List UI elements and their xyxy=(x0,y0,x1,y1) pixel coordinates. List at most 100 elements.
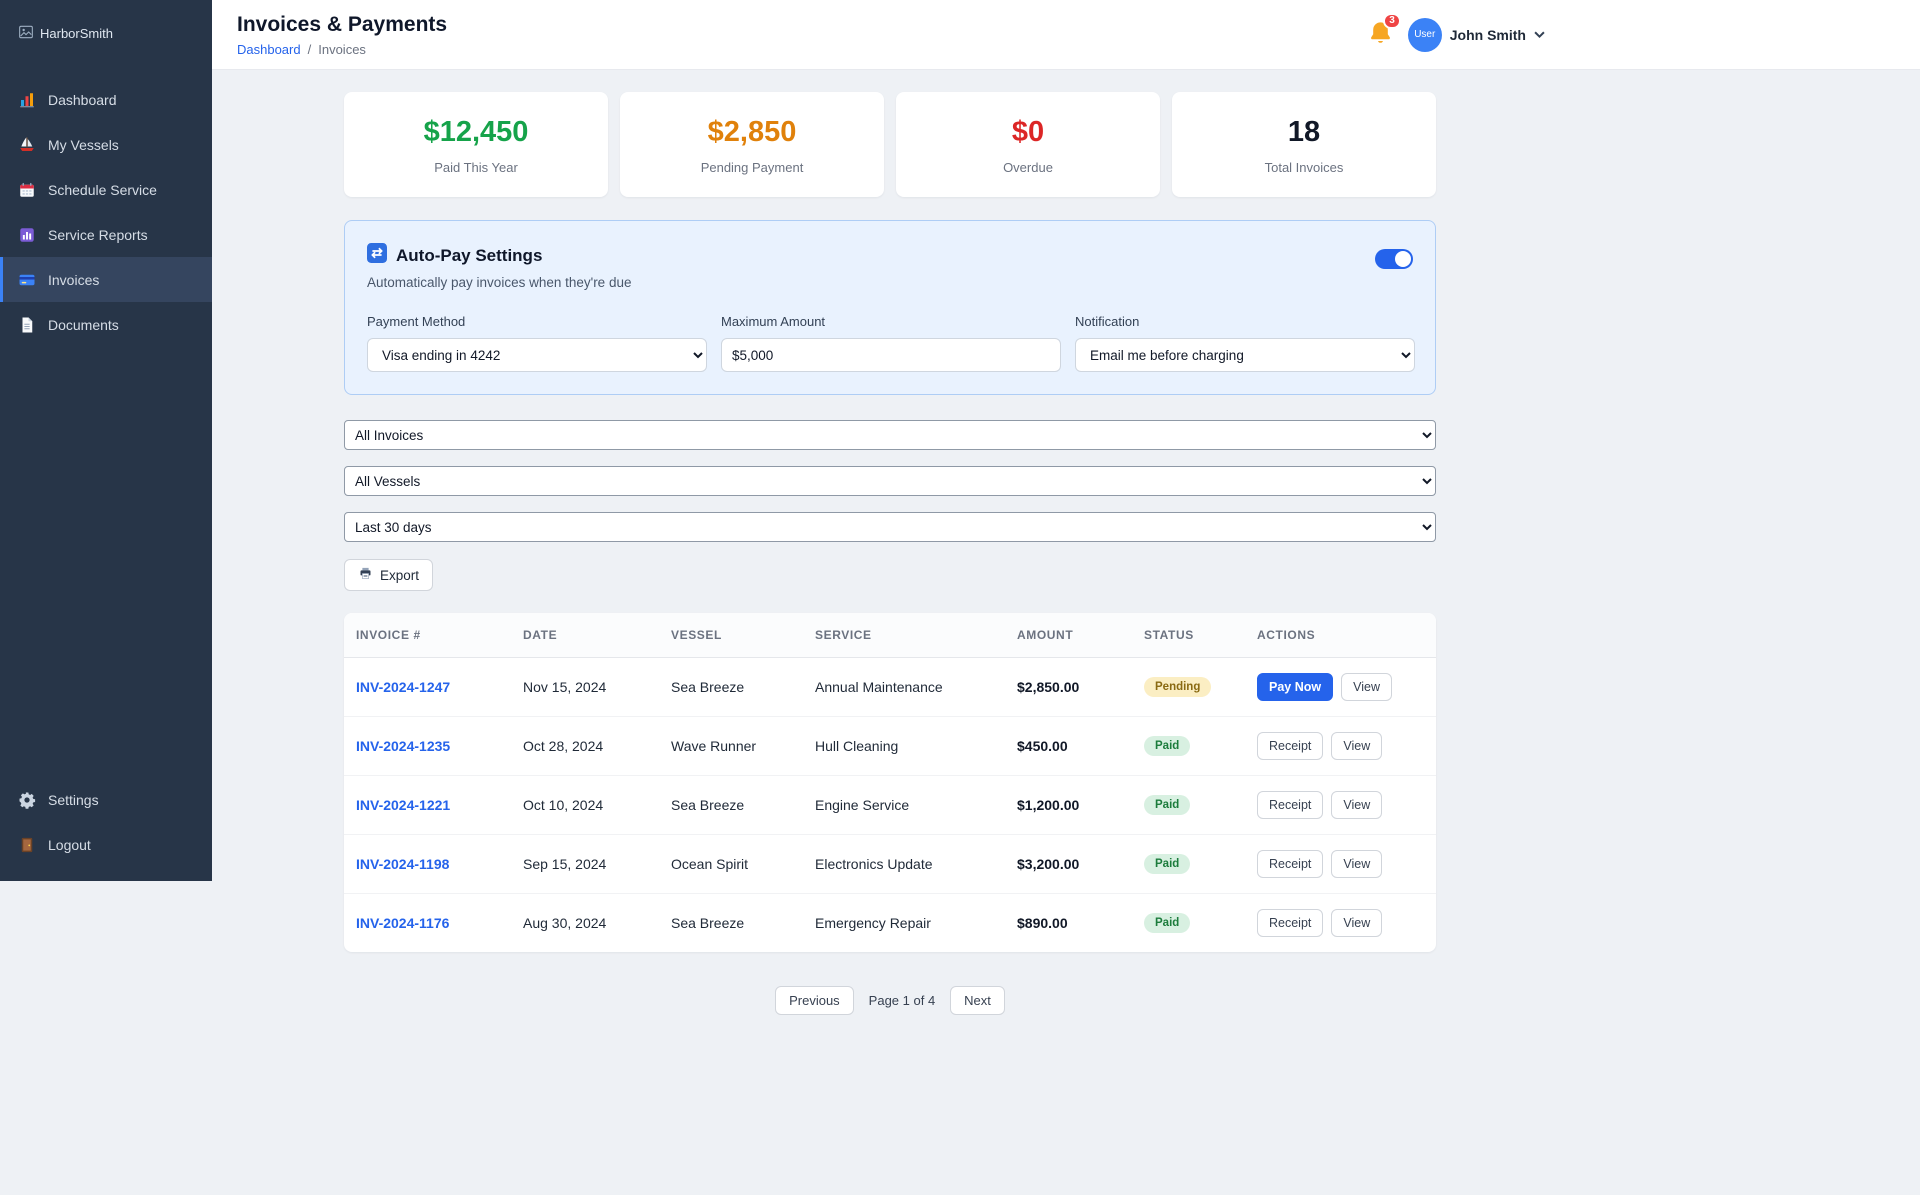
receipt-button[interactable]: Receipt xyxy=(1257,909,1324,937)
invoice-service: Hull Cleaning xyxy=(803,716,1005,776)
breadcrumb-separator: / xyxy=(307,41,312,57)
previous-page-button[interactable]: Previous xyxy=(775,986,854,1015)
col-actions: ACTIONS xyxy=(1245,613,1436,658)
table-row: INV-2024-1176 Aug 30, 2024 Sea Breeze Em… xyxy=(344,894,1436,953)
avatar-alt-text: User xyxy=(1414,29,1436,40)
invoice-amount: $3,200.00 xyxy=(1005,834,1132,894)
export-button-label: Export xyxy=(380,567,420,583)
invoice-date: Sep 15, 2024 xyxy=(511,834,659,894)
invoice-vessel: Ocean Spirit xyxy=(659,834,803,894)
sidebar-item-label: Logout xyxy=(48,836,91,853)
sidebar-item-label: Service Reports xyxy=(48,226,148,243)
vessel-filter-select[interactable]: All Vessels xyxy=(344,466,1436,496)
receipt-button[interactable]: Receipt xyxy=(1257,791,1324,819)
autopay-title: Auto-Pay Settings xyxy=(396,245,543,265)
invoice-date: Oct 10, 2024 xyxy=(511,775,659,835)
table-row: INV-2024-1247 Nov 15, 2024 Sea Breeze An… xyxy=(344,657,1436,717)
invoice-link[interactable]: INV-2024-1176 xyxy=(356,915,449,931)
view-button[interactable]: View xyxy=(1331,791,1383,819)
invoice-link[interactable]: INV-2024-1221 xyxy=(356,797,450,813)
stat-card-paid-this-year: $12,450 Paid This Year xyxy=(344,92,608,197)
sailboat-icon xyxy=(18,136,36,154)
maximum-amount-label: Maximum Amount xyxy=(721,314,826,329)
sidebar-item-label: Documents xyxy=(48,316,119,333)
sidebar-item-label: Settings xyxy=(48,791,99,808)
sidebar-item-dashboard[interactable]: Dashboard xyxy=(0,77,212,122)
stats-row: $12,450 Paid This Year $2,850 Pending Pa… xyxy=(344,92,1436,197)
stat-value: 18 xyxy=(1287,116,1321,148)
invoice-amount: $890.00 xyxy=(1017,915,1068,931)
invoice-vessel: Wave Runner xyxy=(659,716,803,776)
col-vessel: VESSEL xyxy=(659,613,803,658)
status-badge: Paid xyxy=(1144,795,1191,815)
stat-value: $2,850 xyxy=(707,116,797,148)
stat-label: Total Invoices xyxy=(1264,160,1344,175)
col-date: DATE xyxy=(511,613,659,658)
autopay-icon xyxy=(367,243,387,268)
view-button[interactable]: View xyxy=(1331,850,1383,878)
invoices-table: INVOICE # DATE VESSEL SERVICE AMOUNT STA… xyxy=(344,613,1436,952)
breadcrumb-current: Invoices xyxy=(318,41,366,57)
notifications-button[interactable]: 3 xyxy=(1367,12,1401,51)
invoice-vessel: Sea Breeze xyxy=(659,775,803,835)
stat-label: Paid This Year xyxy=(434,160,518,175)
sidebar-item-service-reports[interactable]: Service Reports xyxy=(0,212,212,257)
sidebar-item-schedule-service[interactable]: Schedule Service xyxy=(0,167,212,212)
invoice-date: Aug 30, 2024 xyxy=(523,915,607,931)
content: $12,450 Paid This Year $2,850 Pending Pa… xyxy=(344,92,1436,1055)
receipt-button[interactable]: Receipt xyxy=(1257,850,1324,878)
sidebar-nav: Dashboard My Vessels Schedule Service Se… xyxy=(0,77,212,347)
autopay-panel: Auto-Pay Settings Automatically pay invo… xyxy=(344,220,1436,395)
stat-value: $12,450 xyxy=(423,116,529,148)
sidebar-item-settings[interactable]: Settings xyxy=(0,777,212,822)
invoice-link[interactable]: INV-2024-1198 xyxy=(356,856,449,872)
sidebar-item-invoices[interactable]: Invoices xyxy=(0,257,212,302)
payment-method-label: Payment Method xyxy=(367,314,466,329)
autopay-toggle[interactable] xyxy=(1375,249,1413,269)
status-badge: Paid xyxy=(1144,913,1191,933)
maximum-amount-field: Maximum Amount xyxy=(721,314,1061,372)
invoice-service: Electronics Update xyxy=(803,834,1005,894)
payment-method-select[interactable]: Visa ending in 4242 xyxy=(367,338,707,372)
topbar-right: 3 User John Smith xyxy=(1367,12,1545,52)
table-row: INV-2024-1221 Oct 10, 2024 Sea Breeze En… xyxy=(344,775,1436,835)
view-button[interactable]: View xyxy=(1331,909,1383,937)
invoice-service: Annual Maintenance xyxy=(803,657,1005,717)
view-button[interactable]: View xyxy=(1341,673,1392,701)
autopay-subtitle: Automatically pay invoices when they're … xyxy=(367,275,632,290)
date-range-filter-select[interactable]: Last 30 days xyxy=(344,512,1436,542)
sidebar-item-logout[interactable]: Logout xyxy=(0,822,212,867)
invoice-link[interactable]: INV-2024-1235 xyxy=(356,738,450,754)
invoice-amount: $2,850.00 xyxy=(1005,657,1132,717)
pay-now-button[interactable]: Pay Now xyxy=(1257,673,1334,701)
status-badge: Paid xyxy=(1144,854,1191,874)
broken-image-icon xyxy=(18,24,34,43)
stat-card-overdue: $0 Overdue xyxy=(896,92,1160,197)
sidebar-item-documents[interactable]: Documents xyxy=(0,302,212,347)
breadcrumb-dashboard-link[interactable]: Dashboard xyxy=(237,42,301,57)
view-button[interactable]: View xyxy=(1331,732,1383,760)
next-page-button[interactable]: Next xyxy=(950,986,1005,1015)
table-row: INV-2024-1235 Oct 28, 2024 Wave Runner H… xyxy=(344,716,1436,776)
notification-select[interactable]: Email me before charging xyxy=(1075,338,1415,372)
stat-label: Pending Payment xyxy=(700,160,804,175)
maximum-amount-input[interactable] xyxy=(721,338,1061,372)
sidebar-item-label: Schedule Service xyxy=(48,181,157,198)
sidebar-item-my-vessels[interactable]: My Vessels xyxy=(0,122,212,167)
export-button[interactable]: Export xyxy=(344,559,434,591)
invoice-link[interactable]: INV-2024-1247 xyxy=(356,679,450,695)
logo[interactable]: HarborSmith xyxy=(0,0,212,69)
invoice-status-filter-select[interactable]: All Invoices xyxy=(344,420,1436,450)
pagination: Previous Page 1 of 4 Next xyxy=(344,986,1436,1015)
col-amount: AMOUNT xyxy=(1005,613,1132,658)
invoice-vessel: Sea Breeze xyxy=(659,657,803,717)
invoice-date: Oct 28, 2024 xyxy=(511,716,659,776)
stat-card-total-invoices: 18 Total Invoices xyxy=(1172,92,1436,197)
user-name: John Smith xyxy=(1449,26,1526,43)
filters: All Invoices All Vessels Last 30 days xyxy=(344,420,1436,542)
credit-card-icon xyxy=(18,271,36,289)
user-menu[interactable]: User John Smith xyxy=(1407,17,1545,52)
stat-card-pending-payment: $2,850 Pending Payment xyxy=(620,92,884,197)
invoice-service: Engine Service xyxy=(803,775,1005,835)
receipt-button[interactable]: Receipt xyxy=(1257,732,1324,760)
